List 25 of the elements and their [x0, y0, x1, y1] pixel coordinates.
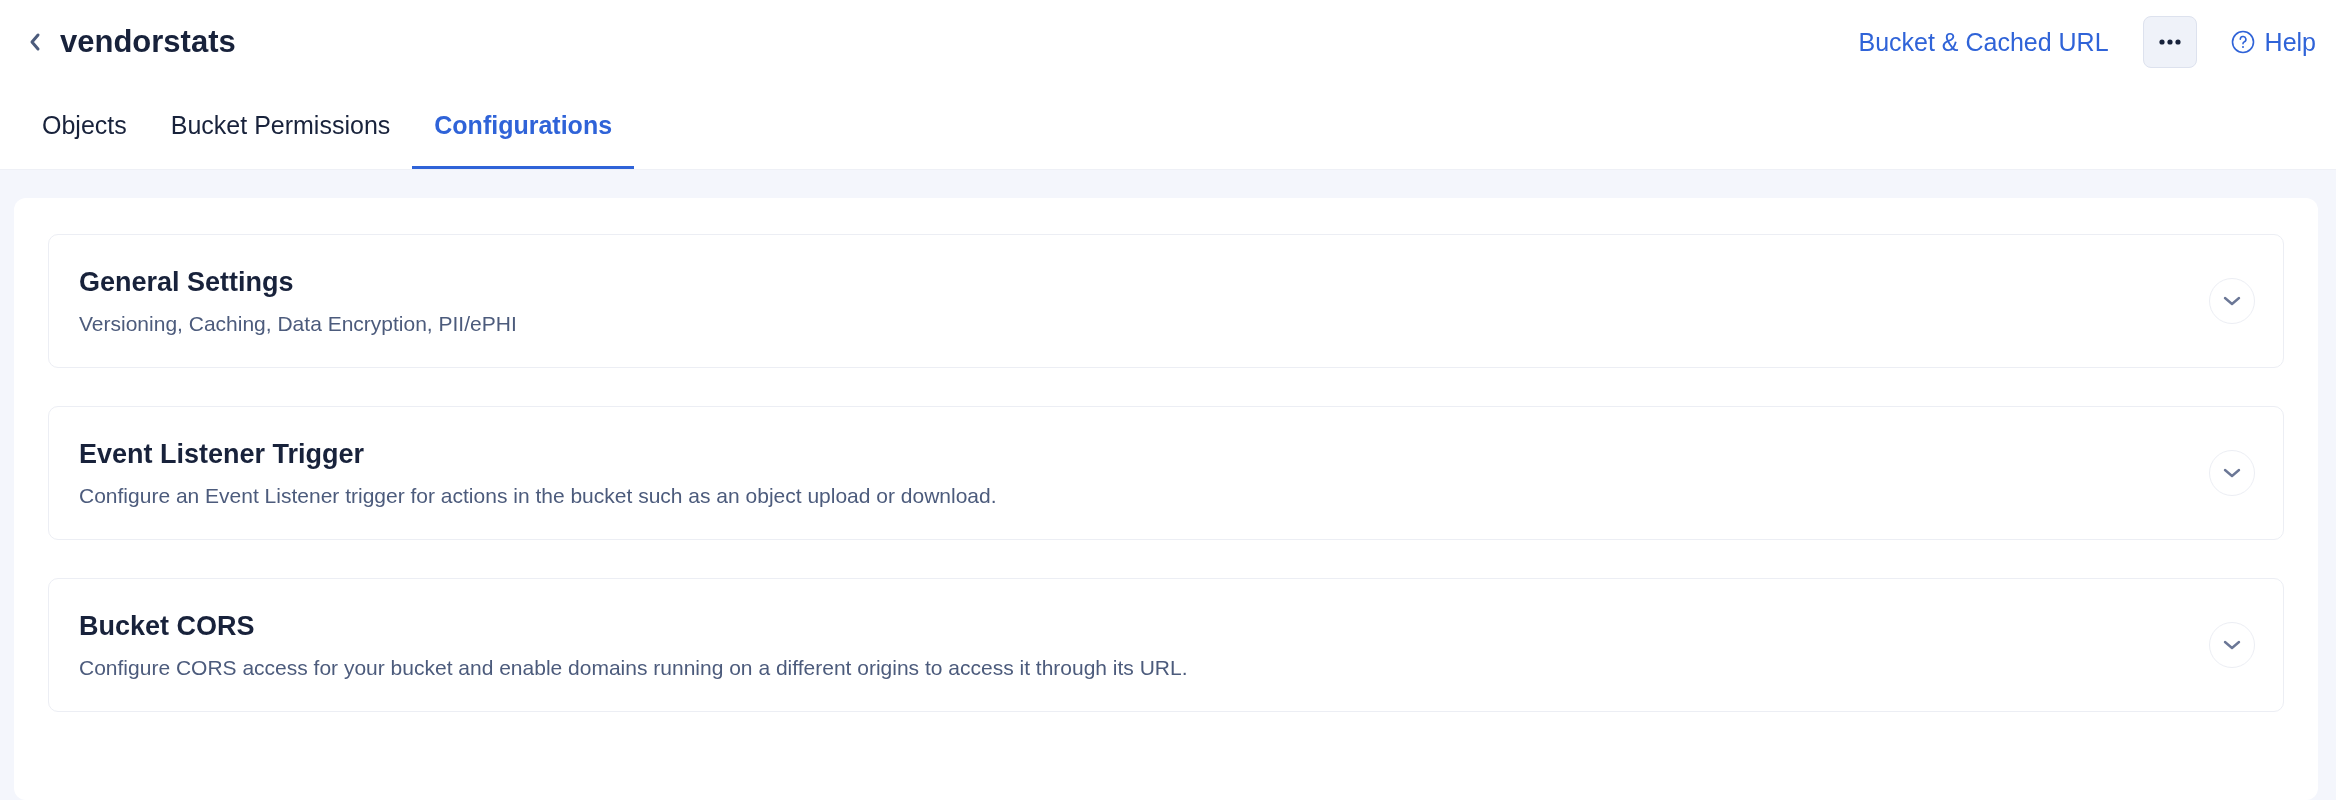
section-title: Event Listener Trigger	[79, 438, 366, 470]
tab[interactable]: Objects	[20, 84, 149, 169]
more-icon	[2158, 39, 2181, 45]
chevron-icon	[2223, 468, 2241, 478]
back-icon	[28, 32, 42, 52]
section-title: General Settings	[79, 266, 295, 298]
expand-button[interactable]	[2209, 278, 2255, 324]
accordion-section[interactable]: Event Listener Trigger Configure an Event Listener trigger for actions in the bucket such as an object upload or download.	[48, 406, 2284, 540]
page-title: vendorstats	[60, 24, 237, 60]
expand-button[interactable]	[2209, 622, 2255, 668]
help-link[interactable]: Help	[2230, 27, 2316, 57]
accordion-section[interactable]: General Settings Versioning, Caching, Data Encryption, PII/ePHI	[48, 234, 2284, 368]
chevron-icon	[2223, 640, 2241, 650]
help-icon	[2230, 30, 2255, 54]
section-description: Versioning, Caching, Data Encryption, PII/ePHI	[79, 311, 518, 336]
chevron-icon	[2223, 296, 2241, 306]
expand-button[interactable]	[2209, 450, 2255, 496]
help-label: Help	[2264, 27, 2316, 57]
section-description: Configure an Event Listener trigger for actions in the bucket such as an object upload or download.	[79, 483, 998, 508]
more-button[interactable]	[2142, 16, 2197, 68]
tab[interactable]: Bucket Permissions	[148, 84, 413, 169]
section-title: Bucket CORS	[79, 610, 256, 642]
bucket-url-link[interactable]: Bucket & Cached URL	[1858, 27, 2109, 57]
section-description: Configure CORS access for your bucket and enable domains running on a different origins to access it through its URL.	[79, 655, 1189, 680]
accordion-section[interactable]: Bucket CORS Configure CORS access for your bucket and enable domains running on a different origins to access it through its URL.	[48, 578, 2284, 712]
